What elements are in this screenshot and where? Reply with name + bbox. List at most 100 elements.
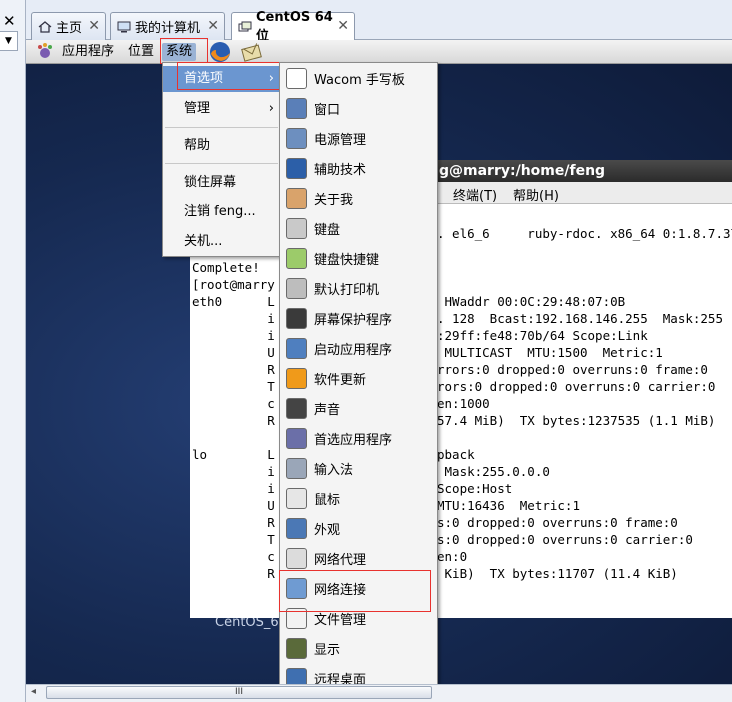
submenu-item-label: 屏幕保护程序: [314, 312, 393, 328]
submenu-item-label: 显示: [314, 642, 341, 658]
menu-item-log-out[interactable]: 注销 feng...: [163, 199, 280, 225]
terminal-line: c: [192, 549, 275, 564]
submenu-item-label: 键盘: [314, 222, 341, 238]
terminal-line: i: [192, 311, 275, 326]
terminal-line: 57.4 MiB) TX bytes:1237535 (1.1 MiB): [437, 413, 716, 428]
submenu-item-label: 输入法: [314, 462, 354, 478]
submenu-item-label: 默认打印机: [314, 282, 380, 298]
terminal-line: en:1000: [437, 396, 490, 411]
menu-item-shutdown[interactable]: 关机...: [163, 229, 280, 255]
menu-item-preferences[interactable]: 首选项 ›: [163, 66, 280, 92]
submenu-item[interactable]: 显示: [280, 633, 437, 663]
menu-divider: [165, 127, 278, 128]
scrollbar-thumb[interactable]: III: [46, 686, 432, 699]
terminal-line: s:0 dropped:0 overruns:0 carrier:0: [437, 532, 693, 547]
submenu-item-label: 网络代理: [314, 552, 367, 568]
tab-label: 我的计算机: [135, 21, 201, 36]
close-icon[interactable]: ✕: [88, 18, 100, 34]
firefox-icon[interactable]: [208, 40, 232, 62]
terminal-line: :29ff:fe48:70b/64 Scope:Link: [437, 328, 648, 343]
home-icon: [38, 20, 52, 33]
close-icon[interactable]: ✕: [207, 18, 219, 34]
submenu-item[interactable]: 默认打印机: [280, 273, 437, 303]
menu-item-lock-screen[interactable]: 锁住屏幕: [163, 170, 280, 196]
submenu-item[interactable]: 文件管理: [280, 603, 437, 633]
submenu-item-label: 声音: [314, 402, 341, 418]
submenu-item[interactable]: 网络连接: [280, 573, 437, 603]
terminal-line: rrors:0 dropped:0 overruns:0 frame:0: [437, 362, 708, 377]
tab-my-computer[interactable]: 我的计算机 ✕: [110, 12, 225, 40]
submenu-item[interactable]: 网络代理: [280, 543, 437, 573]
submenu-item[interactable]: 关于我: [280, 183, 437, 213]
terminal-line: eth0 L: [192, 294, 275, 309]
terminal-line: i: [192, 481, 275, 496]
menu-item-help[interactable]: 帮助: [163, 133, 280, 159]
terminal-menu-terminal[interactable]: 终端(T): [453, 185, 497, 204]
submenu-item[interactable]: 辅助技术: [280, 153, 437, 183]
submenu-item-label: 辅助技术: [314, 162, 367, 178]
submenu-item[interactable]: 首选应用程序: [280, 423, 437, 453]
submenu-item[interactable]: 外观: [280, 513, 437, 543]
close-icon[interactable]: ✕: [3, 14, 16, 29]
terminal-menu-bar: 终端(T) 帮助(H): [437, 182, 732, 204]
left-side-panel: [0, 0, 26, 702]
mail-icon[interactable]: [240, 41, 264, 62]
terminal-line: T: [192, 532, 275, 547]
submenu-item-label: Wacom 手写板: [314, 72, 405, 88]
submenu-item[interactable]: 屏幕保护程序: [280, 303, 437, 333]
submenu-item[interactable]: 窗口: [280, 93, 437, 123]
terminal-line: c: [192, 396, 275, 411]
terminal-line: R: [192, 362, 275, 377]
terminal-line: en:0: [437, 549, 468, 564]
submenu-item-label: 启动应用程序: [314, 342, 393, 358]
network-connections-icon: [286, 577, 307, 599]
tab-home[interactable]: 主页 ✕: [31, 12, 106, 40]
scroll-left-icon[interactable]: ◂: [31, 686, 36, 697]
submenu-item[interactable]: 声音: [280, 393, 437, 423]
submenu-item[interactable]: 启动应用程序: [280, 333, 437, 363]
terminal-line: R: [192, 566, 275, 581]
places-menu[interactable]: 位置: [128, 43, 154, 61]
submenu-item[interactable]: 电源管理: [280, 123, 437, 153]
submenu-item-label: 电源管理: [314, 132, 367, 148]
terminal-line: pback: [437, 447, 475, 462]
applications-menu[interactable]: 应用程序: [62, 43, 114, 61]
terminal-line: . 128 Bcast:192.168.146.255 Mask:255: [437, 311, 723, 326]
gnome-top-panel: 应用程序 位置 系统: [26, 40, 732, 64]
submenu-item[interactable]: Wacom 手写板: [280, 63, 437, 93]
terminal-line: U: [192, 498, 275, 513]
gnome-foot-icon: [35, 42, 55, 60]
keyboard-shortcuts-icon: [286, 247, 307, 269]
system-menu[interactable]: 系统: [162, 43, 197, 61]
vm-icon: [238, 21, 252, 33]
terminal-title-bar[interactable]: g@marry:/home/feng: [437, 160, 732, 182]
submenu-item[interactable]: 软件更新: [280, 363, 437, 393]
submenu-item[interactable]: 键盘: [280, 213, 437, 243]
submenu-item[interactable]: 输入法: [280, 453, 437, 483]
tab-bar: 主页 ✕ 我的计算机 ✕ CentOS 64 位 ✕: [26, 0, 732, 44]
window-icon: [286, 97, 307, 119]
menu-item-label: 首选项: [184, 71, 224, 86]
menu-divider: [165, 163, 278, 164]
startup-apps-icon: [286, 337, 307, 359]
power-icon: [286, 127, 307, 149]
chevron-down-icon[interactable]: ▼: [0, 31, 18, 51]
submenu-item[interactable]: 鼠标: [280, 483, 437, 513]
tab-centos[interactable]: CentOS 64 位 ✕: [231, 10, 355, 44]
accessibility-icon: [286, 157, 307, 179]
computer-icon: [117, 21, 131, 33]
terminal-line: i: [192, 464, 275, 479]
menu-item-label: 管理: [184, 101, 211, 116]
terminal-line: i: [192, 328, 275, 343]
network-proxy-icon: [286, 547, 307, 569]
terminal-menu-help[interactable]: 帮助(H): [513, 185, 559, 204]
terminal-line: s:0 dropped:0 overruns:0 frame:0: [437, 515, 678, 530]
menu-item-administration[interactable]: 管理 ›: [163, 96, 280, 122]
chevron-right-icon: ›: [268, 101, 274, 116]
submenu-item-label: 键盘快捷键: [314, 252, 380, 268]
submenu-item-label: 文件管理: [314, 612, 367, 628]
submenu-item[interactable]: 键盘快捷键: [280, 243, 437, 273]
close-icon[interactable]: ✕: [337, 18, 349, 34]
file-management-icon: [286, 607, 307, 629]
input-method-icon: [286, 457, 307, 479]
